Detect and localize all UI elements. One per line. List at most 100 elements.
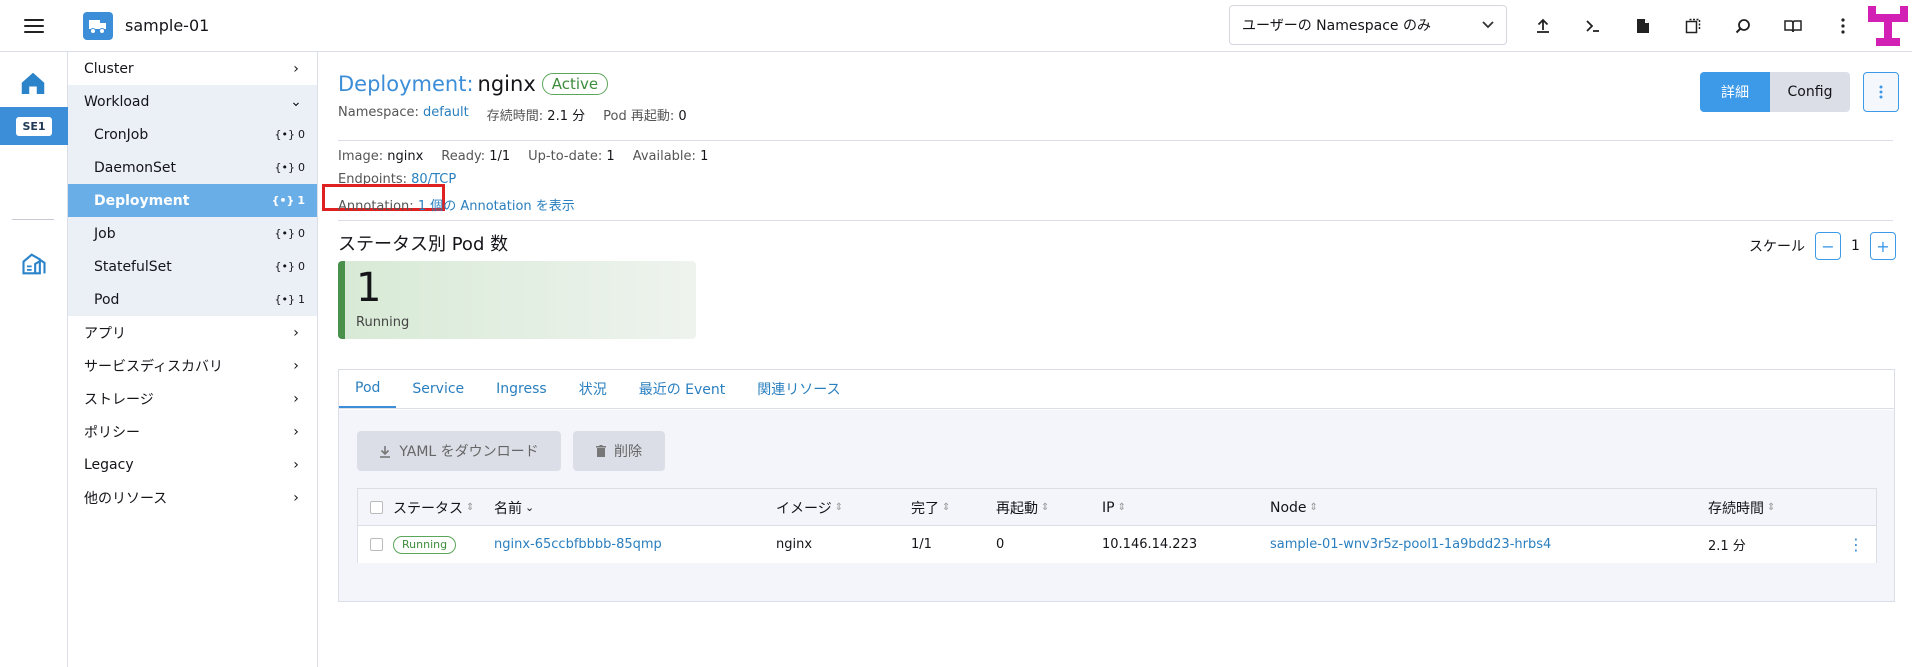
row-checkbox[interactable] xyxy=(370,538,383,551)
copy-icon[interactable] xyxy=(1668,0,1718,52)
delete-label: 削除 xyxy=(614,444,642,460)
menu-item-label: Job xyxy=(94,225,116,242)
restarts-value: 0 xyxy=(678,109,687,124)
menu-item-label: Deployment xyxy=(94,192,190,209)
scale-down-button[interactable]: − xyxy=(1815,232,1841,260)
namespace-select-value: ユーザーの Namespace のみ xyxy=(1242,18,1431,34)
home-icon[interactable] xyxy=(18,69,48,103)
menu-item-job[interactable]: Job {•} 0 xyxy=(68,217,317,250)
resource-type: Deployment: xyxy=(338,72,474,96)
menu-item-daemonset[interactable]: DaemonSet {•} 0 xyxy=(68,151,317,184)
delete-button[interactable]: 削除 xyxy=(573,431,665,471)
column-status[interactable]: ステータス ⇕ xyxy=(393,489,474,526)
column-ip[interactable]: IP ⇕ xyxy=(1102,489,1126,526)
menu-group-workload[interactable]: Workload ⌄ xyxy=(68,85,317,118)
scale-value: 1 xyxy=(1851,238,1860,254)
upload-icon[interactable] xyxy=(1518,0,1568,52)
menu-group-label: ポリシー xyxy=(84,424,140,441)
tab-recent-events[interactable]: 最近の Event xyxy=(623,370,742,408)
actions-menu-button[interactable] xyxy=(1863,72,1899,112)
menu-item-pod[interactable]: Pod {•} 1 xyxy=(68,283,317,316)
menu-group-legacy[interactable]: Legacy › xyxy=(68,448,317,481)
search-icon[interactable] xyxy=(1718,0,1768,52)
menu-button[interactable] xyxy=(0,0,68,52)
column-node[interactable]: Node ⇕ xyxy=(1270,489,1318,526)
menu-group-label: サービスディスカバリ xyxy=(84,358,224,375)
namespace-select[interactable]: ユーザーの Namespace のみ xyxy=(1229,5,1507,45)
column-label: イメージ xyxy=(776,500,832,517)
menu-item-count: 0 xyxy=(298,161,305,174)
page-title: Deployment: nginx Active xyxy=(338,72,609,96)
column-restarts[interactable]: 再起動 ⇕ xyxy=(996,489,1049,526)
sort-icon: ⇕ xyxy=(942,502,951,513)
file-icon[interactable] xyxy=(1618,0,1668,52)
rail-divider xyxy=(12,219,54,220)
menu-item-cronjob[interactable]: CronJob {•} 0 xyxy=(68,118,317,151)
rail-cluster-item[interactable]: SE1 xyxy=(0,107,68,145)
column-image[interactable]: イメージ ⇕ xyxy=(776,489,843,526)
menu-group-service-discovery[interactable]: サービスディスカバリ › xyxy=(68,349,317,382)
menu-group-apps[interactable]: アプリ › xyxy=(68,316,317,349)
menu-group-more-resources[interactable]: 他のリソース › xyxy=(68,481,317,514)
namespace-label: Namespace: xyxy=(338,105,419,120)
menu-item-count: 1 xyxy=(297,194,305,207)
pod-image: nginx xyxy=(776,537,813,552)
column-label: 存続時間 xyxy=(1708,500,1764,517)
menu-group-storage[interactable]: ストレージ › xyxy=(68,382,317,415)
extensions-icon[interactable] xyxy=(20,250,48,282)
chevron-down-icon xyxy=(1482,21,1494,29)
node-link[interactable]: sample-01-wnv3r5z-pool1-1a9bdd23-hrbs4 xyxy=(1270,537,1551,552)
scale-control: スケール − 1 + xyxy=(1749,232,1896,260)
annotation-link[interactable]: 1 個の Annotation を表示 xyxy=(418,199,575,214)
column-age[interactable]: 存続時間 ⇕ xyxy=(1708,489,1775,526)
annotation-label: Annotation: xyxy=(338,199,414,214)
ready-value: 1/1 xyxy=(489,149,511,164)
terminal-icon[interactable] xyxy=(1568,0,1618,52)
tab-ingress[interactable]: Ingress xyxy=(480,370,563,408)
book-icon[interactable] xyxy=(1768,0,1818,52)
more-vertical-icon[interactable] xyxy=(1818,0,1868,52)
select-all-checkbox[interactable] xyxy=(370,501,383,514)
row-actions-icon[interactable]: ⋮ xyxy=(1848,535,1864,554)
tab-pod[interactable]: Pod xyxy=(339,370,397,408)
pod-ip: 10.146.14.223 xyxy=(1102,537,1198,552)
namespace-link[interactable]: default xyxy=(423,105,469,120)
resource-meta: Namespace: default 存続時間: 2.1 分 Pod 再起動: … xyxy=(338,105,687,124)
column-label: 完了 xyxy=(911,500,939,517)
menu-group-label: アプリ xyxy=(84,325,126,342)
sort-icon: ⇕ xyxy=(466,502,475,513)
tab-related-resources[interactable]: 関連リソース xyxy=(741,370,856,408)
pods-by-status-title: ステータス別 Pod 数 xyxy=(338,234,509,255)
user-avatar[interactable] xyxy=(1868,6,1908,46)
chevron-right-icon: › xyxy=(293,423,299,440)
chevron-right-icon: › xyxy=(293,390,299,407)
tab-conditions[interactable]: 状況 xyxy=(563,370,623,408)
column-complete[interactable]: 完了 ⇕ xyxy=(911,489,950,526)
menu-item-deployment[interactable]: Deployment {•} 1 xyxy=(68,184,317,217)
resource-count-icon: {•} xyxy=(274,260,296,273)
available-label: Available: xyxy=(632,149,696,164)
restarts-label: Pod 再起動: xyxy=(603,109,675,124)
tab-service[interactable]: Service xyxy=(396,370,480,408)
trash-icon xyxy=(596,445,606,457)
config-button[interactable]: Config xyxy=(1770,72,1850,112)
menu-item-count: 1 xyxy=(298,293,305,306)
detail-button[interactable]: 詳細 xyxy=(1700,72,1770,112)
cluster-icon[interactable] xyxy=(83,11,113,40)
rail-cluster-label: SE1 xyxy=(16,116,52,136)
scale-up-button[interactable]: + xyxy=(1869,232,1896,260)
download-yaml-button[interactable]: YAML をダウンロード xyxy=(357,431,561,471)
menu-item-statefulset[interactable]: StatefulSet {•} 0 xyxy=(68,250,317,283)
more-vertical-icon xyxy=(1879,85,1883,99)
resource-count-icon: {•} xyxy=(274,161,296,174)
status-badge: Active xyxy=(541,73,609,95)
image-label: Image: xyxy=(338,149,384,164)
pod-name-link[interactable]: nginx-65ccbfbbbb-85qmp xyxy=(494,537,662,552)
download-icon xyxy=(380,445,391,458)
menu-group-cluster[interactable]: Cluster › xyxy=(68,52,317,85)
sort-icon: ⇕ xyxy=(1309,502,1318,513)
column-name[interactable]: 名前 ⌄ xyxy=(494,489,534,526)
chevron-right-icon: › xyxy=(293,456,299,473)
status-badge: Running xyxy=(393,535,457,554)
menu-group-policy[interactable]: ポリシー › xyxy=(68,415,317,448)
